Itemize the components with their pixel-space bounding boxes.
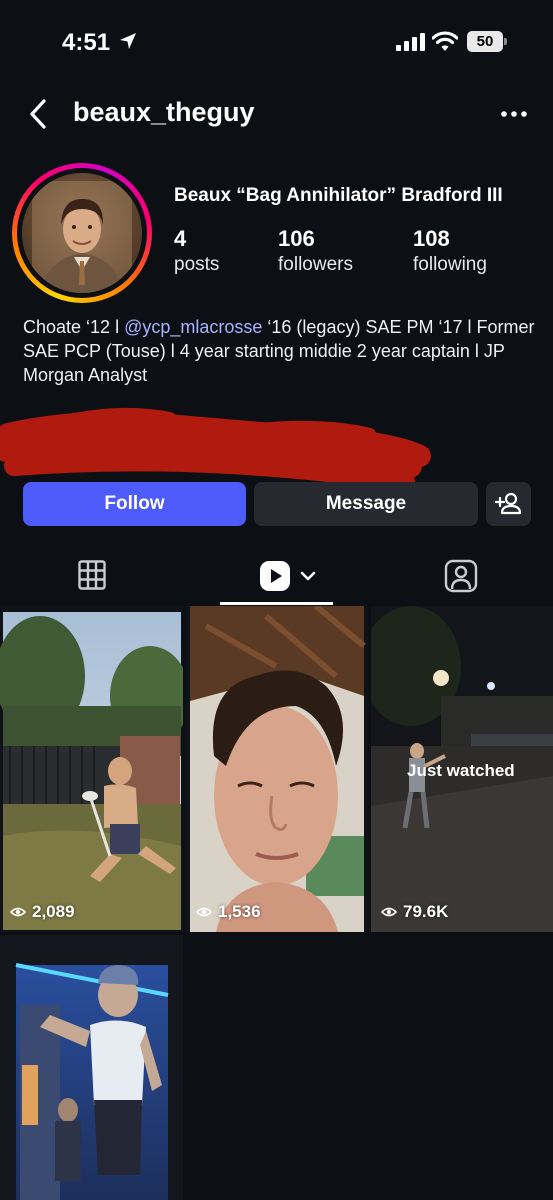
reel-tile[interactable] [0,935,183,1200]
message-button[interactable]: Message [254,482,478,526]
stat-posts-label: posts [174,254,220,275]
more-horizontal-icon[interactable] [500,103,528,125]
follow-button[interactable]: Follow [23,482,246,526]
eye-icon [381,907,397,917]
reel-views-text: 2,089 [32,902,75,921]
reels-icon[interactable] [259,559,319,593]
battery-indicator: 50 [467,31,507,52]
status-bar: 4:51 50 [0,0,553,86]
stat-followers[interactable]: 106 followers [278,226,353,276]
add-user-button[interactable] [486,482,531,526]
reel-tile[interactable]: Just watched 79.6K [371,606,553,932]
battery-nub [504,38,507,45]
profile-page: 4:51 50 beaux_theguy Beaux “Bag Annihila… [0,0,553,1200]
cellular-signal-icon [396,33,425,51]
stat-followers-label: followers [278,254,353,275]
stat-posts-count: 4 [174,226,187,251]
reel-views-text: 79.6K [403,902,449,921]
add-user-icon [494,492,522,515]
status-time: 4:51 [62,29,111,56]
stat-followers-count: 106 [278,226,315,251]
profile-full-name: Beaux “Bag Annihilator” Bradford III [174,185,503,206]
just-watched-badge: Just watched [407,761,515,780]
wifi-icon [432,31,458,51]
bio-text-start: Choate ‘12 l [23,317,125,337]
stat-following-label: following [413,254,487,275]
profile-bio: Choate ‘12 l @ycp_mlacrosse ‘16 (legacy)… [23,315,538,387]
stat-posts[interactable]: 4 posts [174,226,219,276]
stat-following-count: 108 [413,226,450,251]
reel-tile[interactable]: 2,089 [0,606,183,932]
chevron-left-icon[interactable] [26,98,52,130]
eye-icon [10,907,26,917]
reel-view-count: 2,089 [10,902,75,922]
active-tab-indicator [220,602,333,605]
reel-view-count: 1,536 [196,902,261,922]
profile-username: beaux_theguy [73,97,255,127]
tagged-icon[interactable] [444,559,478,593]
avatar[interactable] [22,173,142,293]
story-ring[interactable] [12,163,152,303]
avatar-image [22,173,142,293]
battery-level: 50 [467,31,503,52]
bio-mention-link[interactable]: @ycp_mlacrosse [124,317,262,337]
reel-thumbnail [15,963,169,1200]
stat-following[interactable]: 108 following [413,226,487,276]
reel-tile[interactable]: 1,536 [186,606,368,932]
reel-thumbnail [0,612,183,930]
grid-icon[interactable] [78,560,106,590]
reel-thumbnail [190,606,366,932]
location-arrow-icon [120,33,136,49]
reel-views-text: 1,536 [218,902,261,921]
reel-view-count: 79.6K [381,902,448,922]
eye-icon [196,907,212,917]
